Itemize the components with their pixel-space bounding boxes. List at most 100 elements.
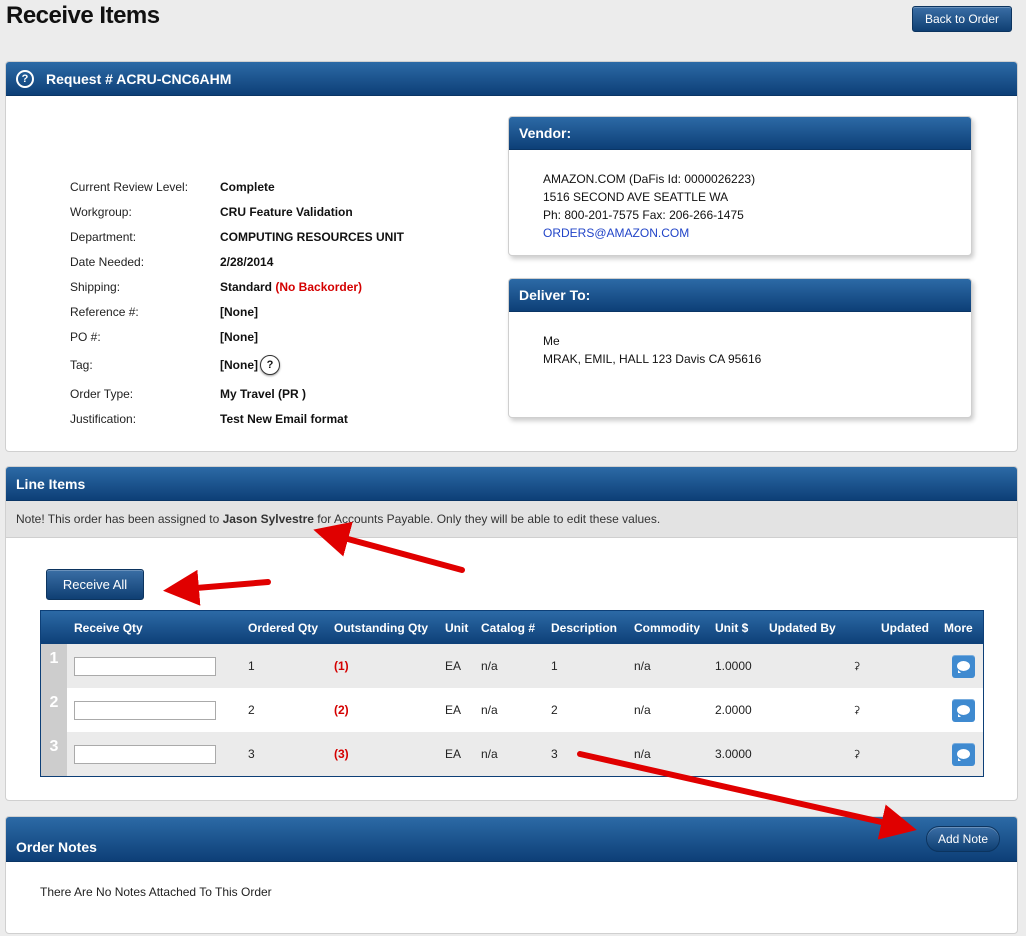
col-more[interactable]: More	[944, 621, 973, 635]
assignee-name: Jason Sylvestre	[222, 512, 314, 526]
detail-label: Current Review Level:	[70, 179, 189, 194]
ordered-qty: 1	[248, 659, 255, 673]
col-catalog[interactable]: Catalog #	[481, 621, 535, 635]
empty-notes-message: There Are No Notes Attached To This Orde…	[40, 885, 272, 899]
catalog-number: n/a	[481, 703, 498, 717]
vendor-email-link[interactable]: ORDERS@AMAZON.COM	[543, 224, 971, 242]
detail-value: [None]	[220, 304, 258, 319]
user-icon: ⚳	[853, 660, 861, 672]
col-description[interactable]: Description	[551, 621, 617, 635]
order-notes-heading: Order Notes	[6, 817, 1017, 862]
receive-all-button[interactable]: Receive All	[46, 569, 144, 600]
description: 3	[551, 747, 558, 761]
user-icon: ⚳	[853, 704, 861, 716]
table-row: 1 1 (1) EA n/a 1 n/a 1.0000 ⚳	[41, 644, 983, 688]
receive-qty-input[interactable]	[74, 744, 216, 764]
detail-label: PO #:	[70, 329, 101, 344]
detail-row: PO #: [None]	[70, 324, 404, 349]
add-note-button[interactable]: Add Note	[926, 826, 1000, 852]
col-commodity[interactable]: Commodity	[634, 621, 700, 635]
shipping-value: Standard	[220, 279, 273, 294]
vendor-name: AMAZON.COM (DaFis Id: 0000026223)	[543, 172, 756, 186]
commodity: n/a	[634, 659, 651, 673]
table-header: Receive Qty Ordered Qty Outstanding Qty …	[41, 611, 983, 644]
commodity: n/a	[634, 703, 651, 717]
receive-qty-input[interactable]	[74, 656, 216, 676]
detail-row: Shipping: Standard (No Backorder)	[70, 274, 404, 299]
request-heading: Request # ACRU-CNC6AHM	[46, 70, 232, 87]
vendor-phone: Ph: 800-201-7575 Fax: 206-266-1475	[543, 208, 744, 222]
col-updated[interactable]: Updated	[881, 621, 929, 635]
col-ordered-qty[interactable]: Ordered Qty	[248, 621, 318, 635]
user-icon: ⚳	[853, 748, 861, 760]
page-title: Receive Items	[6, 2, 160, 29]
vendor-heading: Vendor:	[509, 117, 971, 150]
detail-value: COMPUTING RESOURCES UNIT	[220, 229, 405, 244]
col-updated-by[interactable]: Updated By	[769, 621, 836, 635]
commodity: n/a	[634, 747, 651, 761]
speech-bubble-icon[interactable]	[952, 742, 975, 766]
ordered-qty: 2	[248, 703, 255, 717]
detail-row: Reference #: [None]	[70, 299, 404, 324]
deliver-details: Me MRAK, EMIL, HALL 123 Davis CA 95616	[509, 312, 971, 368]
speech-bubble-icon[interactable]	[952, 654, 975, 678]
detail-row: Current Review Level: Complete	[70, 174, 404, 199]
table-row: 3 3 (3) EA n/a 3 n/a 3.0000 ⚳	[41, 732, 983, 776]
order-notes-panel: Order Notes There Are No Notes Attached …	[5, 816, 1018, 934]
unit-price: 3.0000	[715, 747, 752, 761]
ordered-qty: 3	[248, 747, 255, 761]
backorder-status: (No Backorder)	[275, 279, 363, 294]
deliver-address: MRAK, EMIL, HALL 123 Davis CA 95616	[543, 352, 762, 366]
unit: EA	[445, 659, 462, 673]
vendor-address: 1516 SECOND AVE SEATTLE WA	[543, 190, 729, 204]
detail-value: Test New Email format	[220, 411, 348, 426]
unit-price: 2.0000	[715, 703, 752, 717]
tag-help-icon[interactable]: ?	[260, 355, 280, 375]
line-items-heading: Line Items	[6, 467, 1017, 501]
detail-value: 2/28/2014	[220, 254, 274, 269]
detail-label: Workgroup:	[70, 204, 132, 219]
help-icon[interactable]: ?	[16, 69, 34, 88]
col-unit[interactable]: Unit	[445, 621, 468, 635]
line-items-table: Receive Qty Ordered Qty Outstanding Qty …	[40, 610, 984, 777]
deliver-name: Me	[543, 334, 560, 348]
description: 2	[551, 703, 558, 717]
note-prefix: Note! This order has been assigned to	[16, 512, 223, 526]
unit: EA	[445, 703, 462, 717]
deliver-card: Deliver To: Me MRAK, EMIL, HALL 123 Davi…	[508, 278, 972, 418]
detail-value: CRU Feature Validation	[220, 204, 353, 219]
vendor-details: AMAZON.COM (DaFis Id: 0000026223) 1516 S…	[509, 150, 971, 242]
detail-value-tag: [None] ?	[220, 355, 280, 375]
outstanding-qty: (1)	[334, 659, 349, 673]
request-details: Current Review Level: Complete Workgroup…	[70, 174, 404, 431]
row-number: 3	[41, 732, 67, 776]
detail-value: [None]	[220, 329, 258, 344]
detail-label: Department:	[70, 229, 137, 244]
receive-qty-input[interactable]	[74, 700, 216, 720]
unit: EA	[445, 747, 462, 761]
col-unit-price[interactable]: Unit $	[715, 621, 748, 635]
detail-row: Order Type: My Travel (PR )	[70, 381, 404, 406]
col-receive-qty[interactable]: Receive Qty	[74, 621, 143, 635]
row-number: 2	[41, 688, 67, 732]
request-header: ? Request # ACRU-CNC6AHM	[6, 62, 1017, 96]
detail-row: Justification: Test New Email format	[70, 406, 404, 431]
deliver-heading: Deliver To:	[509, 279, 971, 312]
row-number: 1	[41, 644, 67, 688]
assignment-note: Note! This order has been assigned to Ja…	[6, 501, 1017, 538]
detail-value: Complete	[220, 179, 275, 194]
detail-label: Tag:	[70, 358, 93, 372]
outstanding-qty: (2)	[334, 703, 349, 717]
detail-label: Order Type:	[70, 386, 134, 401]
detail-label: Date Needed:	[70, 254, 145, 269]
detail-value-shipping: Standard (No Backorder)	[220, 280, 362, 294]
catalog-number: n/a	[481, 659, 498, 673]
col-outstanding-qty[interactable]: Outstanding Qty	[334, 621, 428, 635]
back-to-order-button[interactable]: Back to Order	[912, 6, 1012, 32]
detail-row: Workgroup: CRU Feature Validation	[70, 199, 404, 224]
speech-bubble-icon[interactable]	[952, 698, 975, 722]
detail-row: Date Needed: 2/28/2014	[70, 249, 404, 274]
catalog-number: n/a	[481, 747, 498, 761]
line-items-panel: Line Items Note! This order has been ass…	[5, 466, 1018, 801]
note-suffix: for Accounts Payable. Only they will be …	[313, 512, 661, 526]
